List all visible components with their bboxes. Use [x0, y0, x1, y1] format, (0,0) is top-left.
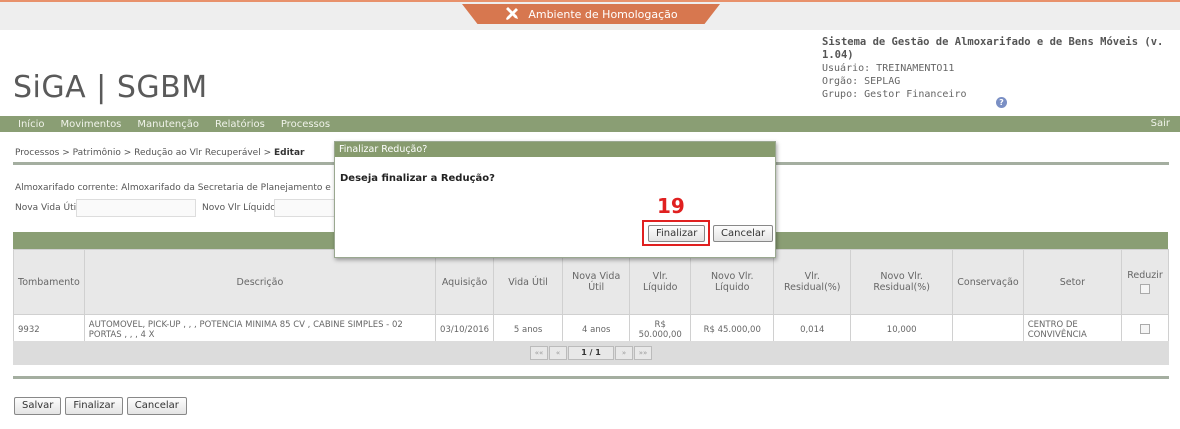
assets-table: Tombamento Descrição Aquisição Vida Útil…	[13, 249, 1169, 345]
pager-prev-button[interactable]: «	[549, 346, 567, 360]
cell-aquisicao: 03/10/2016	[435, 314, 495, 345]
cell-reduzir	[1121, 314, 1169, 345]
step-annotation: 19	[657, 194, 685, 218]
nav-item-relatorios[interactable]: Relatórios	[215, 119, 265, 130]
breadcrumb-path[interactable]: Processos > Patrimônio > Redução ao Vlr …	[15, 148, 274, 158]
action-bar: Salvar Finalizar Cancelar	[14, 397, 187, 415]
finalize-dialog: Finalizar Redução? Deseja finalizar a Re…	[334, 141, 776, 258]
nova-vida-label: Nova Vida Útil:	[15, 203, 82, 213]
save-button[interactable]: Salvar	[14, 397, 62, 415]
col-novo-vlr-residual[interactable]: Novo Vlr. Residual(%)	[850, 249, 954, 315]
table-row: 9932 AUTOMOVEL, PICK-UP , , , POTENCIA M…	[13, 314, 1169, 345]
nav-item-processos[interactable]: Processos	[281, 119, 330, 130]
novo-vlr-input[interactable]	[274, 199, 336, 217]
col-reduzir-label: Reduzir	[1127, 270, 1163, 281]
divider-bottom	[13, 376, 1169, 379]
dialog-confirm-button[interactable]: Finalizar	[648, 225, 706, 242]
cell-novo-vlr-liquido: R$ 45.000,00	[690, 314, 775, 345]
finish-button[interactable]: Finalizar	[65, 397, 123, 415]
help-icon[interactable]: ?	[996, 97, 1007, 108]
col-vlr-liquido[interactable]: Vlr. Líquido	[629, 249, 692, 315]
col-vida-util[interactable]: Vida Útil	[493, 249, 564, 315]
col-nova-vida-util[interactable]: Nova Vida Útil	[562, 249, 631, 315]
col-vlr-residual[interactable]: Vlr. Residual(%)	[773, 249, 852, 315]
cell-vlr-residual: 0,014	[773, 314, 852, 345]
cell-nova-vida-util: 4 anos	[562, 314, 631, 345]
pager-first-button[interactable]: ««	[530, 346, 548, 360]
org-info: Orgão: SEPLAG	[822, 76, 901, 87]
col-conservacao[interactable]: Conservação	[952, 249, 1024, 315]
app-logo: SiGA | SGBM	[13, 70, 208, 105]
novo-vlr-label: Novo Vlr Líquido:	[202, 203, 279, 213]
cell-conservacao	[952, 314, 1024, 345]
col-aquisicao[interactable]: Aquisição	[435, 249, 495, 315]
col-tombamento[interactable]: Tombamento	[13, 249, 85, 315]
dialog-title: Finalizar Redução?	[335, 142, 775, 157]
table-header-row: Tombamento Descrição Aquisição Vida Útil…	[13, 249, 1169, 315]
user-info: Usuário: TREINAMENTO11	[822, 63, 955, 74]
col-reduzir: Reduzir	[1121, 249, 1169, 315]
cell-tombamento: 9932	[13, 314, 85, 345]
cell-novo-vlr-residual: 10,000	[850, 314, 954, 345]
nav-item-manutencao[interactable]: Manutenção	[137, 119, 199, 130]
system-info: Sistema de Gestão de Almoxarifado e de B…	[822, 36, 1180, 101]
breadcrumb: Processos > Patrimônio > Redução ao Vlr …	[15, 148, 304, 158]
tools-icon	[506, 7, 519, 20]
cell-vida-util: 5 anos	[493, 314, 564, 345]
nav-item-movimentos[interactable]: Movimentos	[60, 119, 121, 130]
environment-banner: Ambiente de Homologação	[0, 0, 1180, 30]
pager-page-indicator: 1 / 1	[568, 346, 614, 360]
cancel-button[interactable]: Cancelar	[126, 397, 187, 415]
environment-label: Ambiente de Homologação	[528, 7, 678, 21]
breadcrumb-current: Editar	[273, 148, 305, 158]
dialog-message: Deseja finalizar a Redução?	[340, 173, 495, 184]
select-all-checkbox[interactable]	[1140, 284, 1150, 294]
pager-last-button[interactable]: »»	[634, 346, 652, 360]
environment-tab: Ambiente de Homologação	[462, 4, 720, 24]
nova-vida-input[interactable]	[76, 199, 196, 217]
nav-item-inicio[interactable]: Início	[18, 119, 44, 130]
col-setor[interactable]: Setor	[1022, 249, 1123, 315]
current-warehouse: Almoxarifado corrente: Almoxarifado da S…	[15, 183, 380, 193]
logout-link[interactable]: Sair	[1151, 118, 1170, 129]
cell-vlr-liquido: R$ 50.000,00	[629, 314, 692, 345]
row-reduzir-checkbox[interactable]	[1140, 324, 1150, 335]
dialog-cancel-button[interactable]: Cancelar	[713, 225, 774, 242]
col-novo-vlr-liquido[interactable]: Novo Vlr. Líquido	[690, 249, 775, 315]
cell-setor: CENTRO DE CONVIVÊNCIA	[1022, 314, 1123, 345]
main-nav: Início Movimentos Manutenção Relatórios …	[0, 116, 1180, 132]
system-title: Sistema de Gestão de Almoxarifado e de B…	[822, 36, 1164, 61]
cell-descricao: AUTOMOVEL, PICK-UP , , , POTENCIA MINIMA…	[83, 314, 437, 345]
pager: «« « 1 / 1 » »»	[13, 341, 1169, 365]
pager-next-button[interactable]: »	[615, 346, 633, 360]
col-descricao[interactable]: Descrição	[83, 249, 437, 315]
